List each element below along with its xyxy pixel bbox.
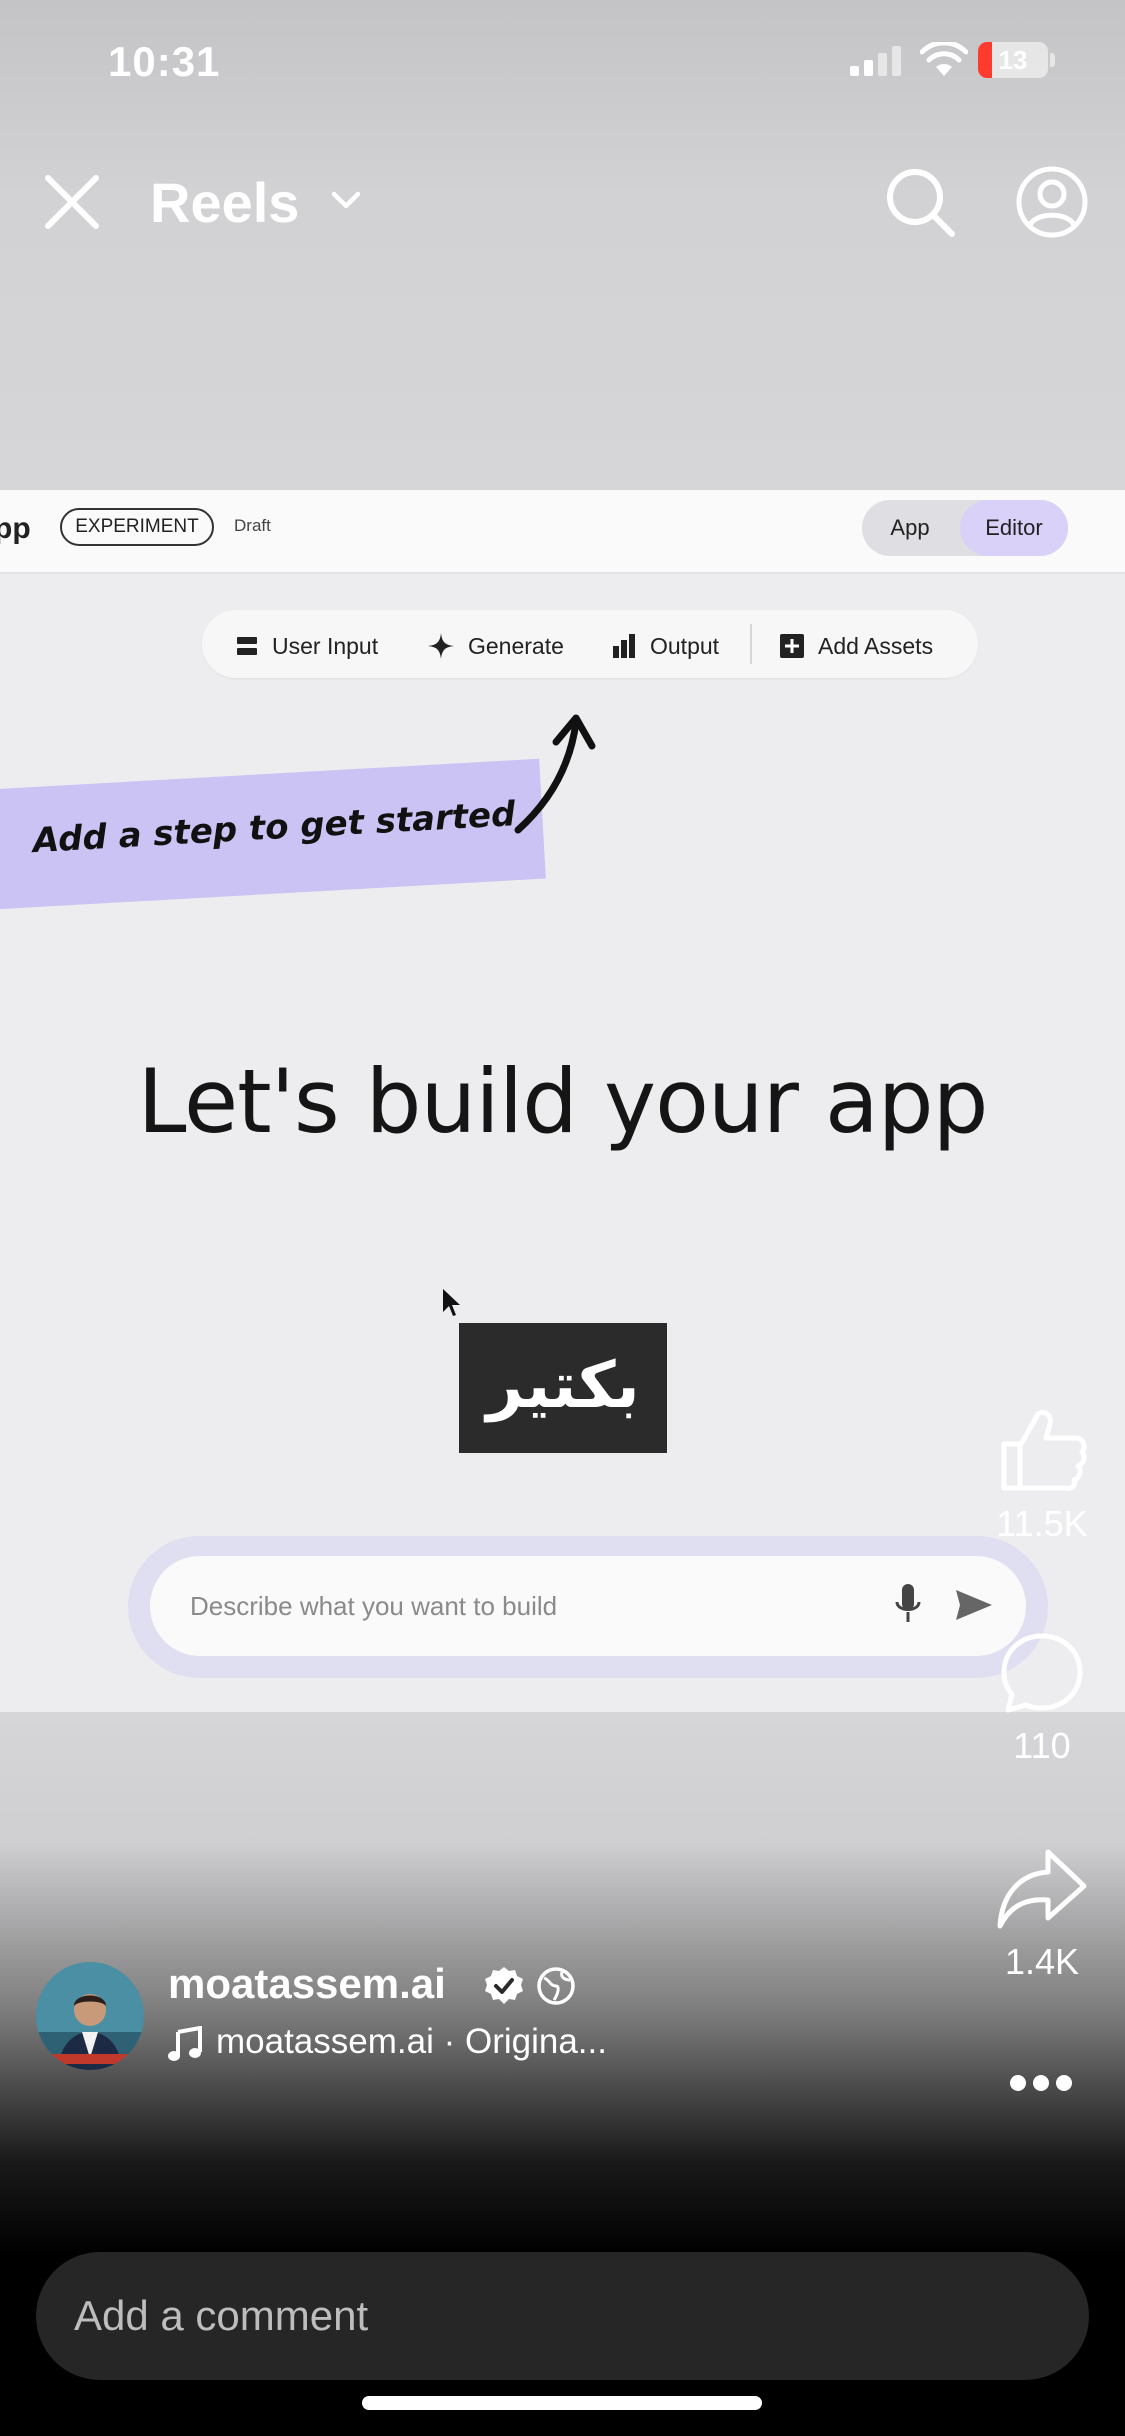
comment-count: 110 xyxy=(1013,1725,1071,1766)
hand-drawn-arrow-icon xyxy=(514,714,596,834)
tool-label: Output xyxy=(650,632,720,659)
sticky-note: Add a step to get started xyxy=(0,758,546,910)
add-assets-icon xyxy=(780,633,804,658)
thumbs-up-icon[interactable] xyxy=(996,1408,1088,1492)
globe-icon xyxy=(537,1967,575,2005)
experiment-badge: EXPERIMENT xyxy=(60,508,214,546)
share-arrow-icon[interactable] xyxy=(996,1848,1088,1930)
app-name: pp xyxy=(0,512,31,545)
app-header: pp EXPERIMENT Draft App Editor xyxy=(0,490,1125,574)
tool-user-input: User Input xyxy=(236,610,378,678)
music-note-icon xyxy=(168,2025,202,2061)
tool-output: Output xyxy=(612,610,719,678)
like-count: 11.5K xyxy=(996,1503,1088,1544)
share-action[interactable]: 1.4K xyxy=(982,1848,1102,1983)
like-action[interactable]: 11.5K xyxy=(982,1408,1102,1545)
search-icon[interactable] xyxy=(882,164,958,240)
tool-label: User Input xyxy=(272,632,379,659)
profile-icon[interactable] xyxy=(1014,164,1090,240)
avatar-image xyxy=(36,1962,144,2070)
audio-track[interactable]: moatassem.ai · Origina... xyxy=(168,2022,607,2062)
wifi-icon xyxy=(920,42,968,76)
video-caption: بكتير xyxy=(459,1323,667,1453)
view-toggle: App Editor xyxy=(862,500,1068,556)
tool-add-assets: Add Assets xyxy=(780,610,933,678)
status-time: 10:31 xyxy=(108,38,221,85)
prompt-input xyxy=(190,1582,810,1630)
send-icon xyxy=(956,1590,992,1620)
audio-label: moatassem.ai · Origina... xyxy=(216,2022,607,2061)
toolbar-divider xyxy=(750,624,752,664)
status-bar: 10:31 13 xyxy=(0,0,1125,130)
tool-label: Generate xyxy=(468,632,564,659)
output-chart-icon xyxy=(613,633,635,658)
tool-label: Add Assets xyxy=(818,632,934,659)
cellular-signal-icon xyxy=(850,46,901,76)
reels-title[interactable]: Reels xyxy=(150,170,299,235)
user-input-icon xyxy=(237,636,257,655)
draft-label: Draft xyxy=(234,516,271,535)
creator-avatar[interactable] xyxy=(36,1962,144,2070)
step-toolbar: User Input Generate Output Add Assets xyxy=(202,610,978,678)
battery-tip xyxy=(1050,53,1055,67)
battery-icon: 13 xyxy=(978,42,1048,78)
close-icon[interactable] xyxy=(40,170,104,234)
home-indicator[interactable] xyxy=(362,2396,762,2410)
prompt-box xyxy=(150,1556,1026,1656)
mouse-cursor-icon xyxy=(443,1289,460,1316)
comment-bubble-icon[interactable] xyxy=(998,1630,1086,1714)
headline: Let's build your app xyxy=(137,1050,989,1153)
share-count: 1.4K xyxy=(1004,1941,1080,1982)
sticky-note-text: Add a step to get started xyxy=(31,794,517,862)
comment-input[interactable] xyxy=(74,2286,974,2346)
verified-badge-icon xyxy=(485,1967,523,2004)
toggle-app: App xyxy=(890,515,930,540)
tool-generate: Generate xyxy=(428,610,564,678)
creator-username[interactable]: moatassem.ai xyxy=(168,1960,446,2008)
battery-level: 13 xyxy=(998,45,1028,75)
chevron-down-icon[interactable] xyxy=(330,188,362,212)
comment-bar[interactable] xyxy=(36,2252,1089,2380)
sparkle-icon xyxy=(428,632,454,659)
reel-video[interactable]: pp EXPERIMENT Draft App Editor User Inpu… xyxy=(0,490,1125,1712)
microphone-icon xyxy=(895,1584,921,1622)
more-options-icon[interactable] xyxy=(1008,2072,1074,2094)
comment-action[interactable]: 110 xyxy=(982,1630,1102,1767)
toggle-editor: Editor xyxy=(960,500,1068,556)
